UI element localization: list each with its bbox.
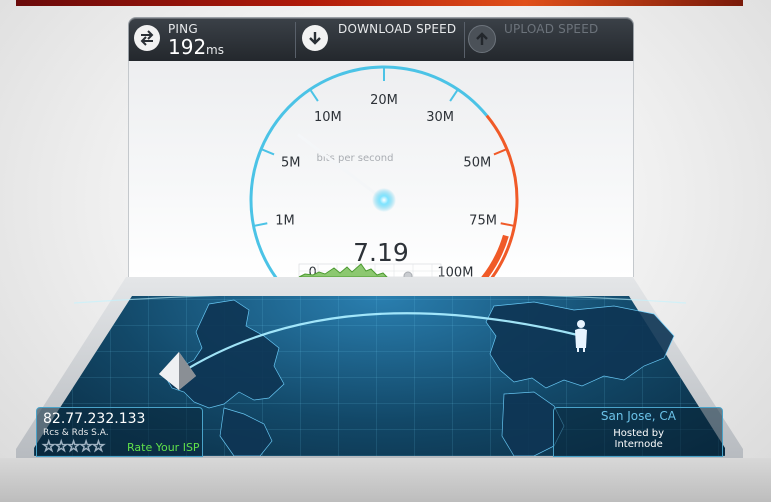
- client-info-box: 82.77.232.133 Rcs & Rds S.A. ☆☆☆☆☆ Rate …: [36, 407, 203, 457]
- ping-label: PING: [168, 22, 198, 36]
- gauge-tick-mark: [253, 222, 268, 227]
- rate-isp-link[interactable]: Rate Your ISP: [127, 441, 200, 454]
- gauge-tick-label: 100M: [437, 265, 473, 277]
- results-header: PING 192 ms DOWNLOAD SPEED UPLOAD SPEED: [128, 17, 634, 63]
- gauge-tick-mark: [260, 148, 275, 156]
- upload-label: UPLOAD SPEED: [504, 22, 599, 36]
- gauge-tick-label: 75M: [469, 214, 497, 229]
- gauge-tick-mark: [309, 88, 319, 102]
- hosted-by-label: Hosted by: [613, 428, 664, 439]
- ip-address: 82.77.232.133: [43, 411, 146, 427]
- upload-arrow-icon: [468, 25, 496, 53]
- ping-unit: ms: [206, 43, 224, 57]
- bottom-strip: [0, 458, 771, 502]
- gauge-needle: [297, 133, 386, 202]
- ping-section: PING 192 ms: [129, 18, 295, 62]
- ping-value: 192: [168, 35, 207, 59]
- gauge-tick-label: 1M: [275, 214, 295, 229]
- ping-arrows-icon: [134, 25, 160, 51]
- upload-section: UPLOAD SPEED: [465, 18, 633, 62]
- download-arrow-icon: [302, 25, 328, 51]
- server-info-box: San Jose, CA Hosted by Internode: [553, 407, 723, 457]
- gauge-tick-mark: [500, 222, 515, 227]
- gauge-tick-label: 20M: [370, 93, 398, 108]
- gauge-tick-label: 50M: [463, 155, 491, 170]
- host-info: Hosted by Internode: [613, 428, 664, 450]
- isp-rating-stars[interactable]: ☆☆☆☆☆: [41, 437, 105, 456]
- speed-gauge-panel: 01M5M10M20M30M50M75M100M bits per second…: [128, 61, 634, 277]
- gauge-tick-mark: [493, 148, 508, 156]
- current-speed-value: 7.19: [353, 238, 409, 267]
- gauge-arc-redline: [481, 234, 509, 277]
- top-banner: [16, 0, 743, 6]
- host-name: Internode: [614, 439, 663, 450]
- download-section: DOWNLOAD SPEED: [296, 18, 464, 62]
- gauge-hub: [372, 188, 396, 212]
- download-label: DOWNLOAD SPEED: [338, 22, 457, 36]
- gauge-tick-label: 30M: [426, 110, 454, 125]
- speed-gauge: 01M5M10M20M30M50M75M100M bits per second…: [249, 65, 519, 277]
- gauge-tick-mark: [449, 88, 459, 102]
- server-city[interactable]: San Jose, CA: [601, 409, 676, 423]
- gauge-tick-label: 10M: [314, 110, 342, 125]
- gauge-tick-label: 5M: [281, 155, 301, 170]
